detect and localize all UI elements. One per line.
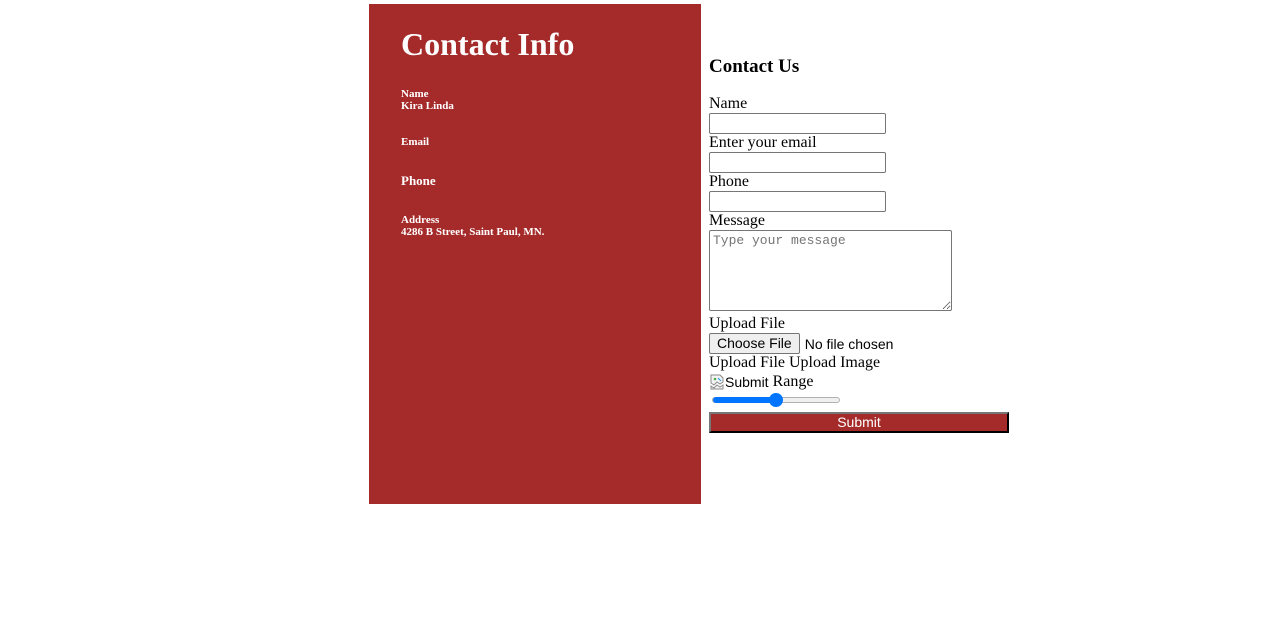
name-field-label: Name (709, 95, 748, 112)
name-input[interactable] (709, 113, 886, 134)
message-field-label: Message (709, 212, 765, 229)
contact-name-value: Kira Linda (401, 100, 454, 112)
range-thumb[interactable] (769, 393, 783, 407)
image-submit-alt: Submit (725, 374, 769, 390)
contact-address-block: Address 4286 B Street, Saint Paul, MN. (401, 214, 544, 238)
image-range-row: Submit Range (709, 373, 813, 391)
choose-file-button[interactable]: Choose File (709, 333, 800, 354)
contact-name-block: Name Kira Linda (401, 88, 454, 112)
page: Contact Info Name Kira Linda Email Phone… (0, 0, 1285, 643)
contact-info-panel: Contact Info Name Kira Linda Email Phone… (369, 4, 701, 504)
range-label: Range (772, 373, 814, 390)
email-field-label: Enter your email (709, 134, 817, 151)
image-submit-button[interactable]: Submit (709, 374, 769, 390)
contact-phone-label: Phone (401, 173, 436, 188)
email-input[interactable] (709, 152, 886, 173)
upload-image-label: Upload File Upload Image (709, 354, 881, 371)
upload-file-label: Upload File (709, 315, 785, 332)
message-textarea[interactable] (709, 230, 952, 311)
contact-email-label: Email (401, 136, 430, 148)
phone-field-label: Phone (709, 173, 749, 190)
contact-info-title: Contact Info (401, 26, 575, 62)
broken-image-icon (709, 374, 725, 390)
file-status-text: No file chosen (804, 335, 894, 352)
phone-input[interactable] (709, 191, 886, 212)
submit-button[interactable]: Submit (709, 412, 1009, 433)
contact-email-block: Email (401, 136, 429, 148)
file-upload-control[interactable]: Choose File No file chosen (709, 333, 893, 354)
contact-name-label: Name (401, 88, 429, 100)
range-fill (713, 397, 777, 403)
contact-phone-block: Phone (401, 174, 436, 188)
form-heading: Contact Us (709, 56, 800, 77)
range-slider[interactable] (709, 392, 843, 408)
contact-address-label: Address (401, 214, 440, 226)
contact-address-value: 4286 B Street, Saint Paul, MN. (401, 226, 545, 238)
